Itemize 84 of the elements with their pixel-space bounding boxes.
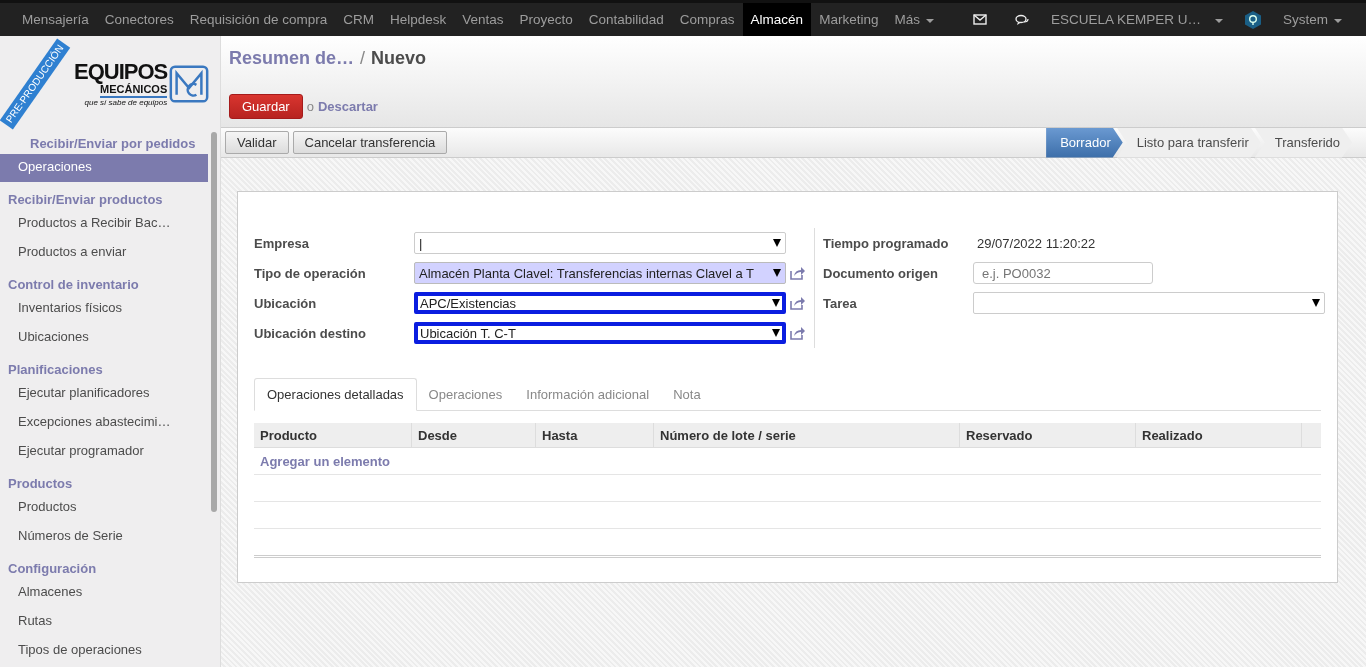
dropdown-arrow-icon[interactable] [772, 299, 780, 307]
dropdown-arrow-icon[interactable] [772, 329, 780, 337]
sidebar-item[interactable]: Tipos de operaciones [0, 637, 208, 665]
sidebar-item[interactable]: Excepciones abastecimi… [0, 409, 208, 437]
avatar-icon [1245, 10, 1261, 29]
field-label: Ubicación destino [254, 325, 367, 341]
select-field[interactable]: APC/Existencias [414, 292, 786, 314]
tab[interactable]: Información adicional [514, 378, 662, 410]
menu-item[interactable]: Mensajería [14, 3, 97, 36]
menu-item[interactable]: Marketing [811, 3, 887, 36]
dropdown-arrow-icon[interactable] [773, 269, 781, 277]
sidebar-section-title: Recibir/Enviar por pedidos [29, 135, 197, 153]
logo-text: EQUIPOS [74, 61, 168, 83]
menu-item[interactable]: CRM [335, 3, 382, 36]
field-value: 29/07/2022 11:20:22 [976, 235, 1096, 251]
sidebar-item[interactable]: Productos a enviar [0, 239, 208, 267]
tab[interactable]: Operaciones detalladas [254, 378, 417, 411]
field-label: Documento origen [823, 265, 939, 281]
field-label: Tarea [823, 295, 858, 311]
user-menu[interactable]: System [1275, 3, 1350, 36]
external-link-icon[interactable] [790, 326, 806, 340]
action-button[interactable]: Validar [225, 131, 289, 154]
company-switcher[interactable]: ESCUELA KEMPER U… [1042, 3, 1231, 36]
column-header[interactable]: Número de lote / serie [654, 423, 960, 447]
stage-step[interactable]: Listo para transferir [1116, 127, 1261, 158]
field-label: Tiempo programado [823, 235, 950, 251]
sidebar-section-title: Planificaciones [7, 361, 104, 379]
stage-step[interactable]: Transferido [1254, 127, 1352, 158]
select-field[interactable]: Ubicación T. C-T [414, 322, 786, 344]
select-field[interactable]: | [414, 232, 786, 254]
select-field[interactable] [973, 292, 1325, 314]
breadcrumb-link[interactable]: Resumen de… [229, 48, 355, 69]
sidebar-section-title: Recibir/Enviar productos [7, 191, 164, 209]
sidebar-section-title: Control de inventario [7, 276, 140, 294]
breadcrumb-current: Nuevo [371, 48, 427, 69]
menu-item[interactable]: Almacén [742, 3, 812, 36]
sidebar-item[interactable]: Almacenes [0, 579, 208, 607]
external-link-icon[interactable] [790, 296, 806, 310]
sidebar-section-title: Configuración [7, 560, 98, 578]
column-header[interactable]: Reservado [960, 423, 1136, 447]
sidebar-item[interactable]: Inventarios físicos [0, 295, 208, 323]
sidebar-item[interactable]: Ejecutar planificadores [0, 380, 208, 408]
sidebar-section-title: Productos [7, 475, 74, 493]
menu-item[interactable]: Compras [671, 3, 743, 36]
column-header[interactable]: Desde [412, 423, 536, 447]
menu-item[interactable]: Requisición de compra [181, 3, 336, 36]
menu-item[interactable]: Contabilidad [580, 3, 672, 36]
dropdown-arrow-icon[interactable] [773, 239, 781, 247]
select-field[interactable]: Almacén Planta Clavel: Transferencias internas Clavel a T [414, 262, 786, 284]
menu-item[interactable]: Más [886, 3, 942, 36]
scrollbar[interactable] [211, 132, 217, 512]
logo-tagline: que sí sabe de equipos [84, 98, 168, 107]
dropdown-arrow-icon[interactable] [1312, 299, 1320, 307]
tab[interactable]: Operaciones [416, 378, 515, 410]
sidebar-item[interactable]: Ubicaciones [0, 324, 208, 352]
tab[interactable]: Nota [661, 378, 713, 410]
action-button[interactable]: Cancelar transferencia [292, 131, 448, 154]
or-text: o [306, 99, 314, 114]
sidebar-item[interactable]: Ejecutar programador [0, 438, 208, 466]
field-label: Ubicación [254, 295, 318, 311]
breadcrumb-separator: / [360, 48, 366, 69]
sidebar-item[interactable]: Operaciones [0, 154, 208, 182]
field-label: Tipo de operación [254, 265, 367, 281]
logo-emblem-icon [169, 65, 210, 103]
chat-icon[interactable] [1014, 13, 1029, 26]
column-header[interactable]: Realizado [1136, 423, 1302, 447]
sidebar-item[interactable]: Productos a Recibir Bac… [0, 210, 208, 238]
external-link-icon[interactable] [790, 266, 806, 280]
column-header[interactable]: Producto [254, 423, 412, 447]
menu-item[interactable]: Ventas [454, 3, 512, 36]
input-field[interactable]: e.j. PO0032 [973, 262, 1153, 284]
envelope-icon[interactable] [972, 14, 987, 25]
menu-item[interactable]: Conectores [96, 3, 182, 36]
column-header[interactable]: Hasta [536, 423, 654, 447]
menu-item[interactable]: Proyecto [511, 3, 581, 36]
menu-item[interactable]: Helpdesk [381, 3, 455, 36]
sidebar-item[interactable]: Rutas [0, 608, 208, 636]
save-button[interactable]: Guardar [229, 94, 303, 119]
field-label: Empresa [254, 235, 310, 251]
sidebar-item[interactable]: Números de Serie [0, 523, 208, 551]
logo-text: MECÁNICOS [100, 83, 168, 98]
add-item-link[interactable]: Agregar un elemento [254, 453, 391, 469]
stage-step[interactable]: Borrador [1046, 127, 1123, 158]
sidebar-item[interactable]: Productos [0, 494, 208, 522]
